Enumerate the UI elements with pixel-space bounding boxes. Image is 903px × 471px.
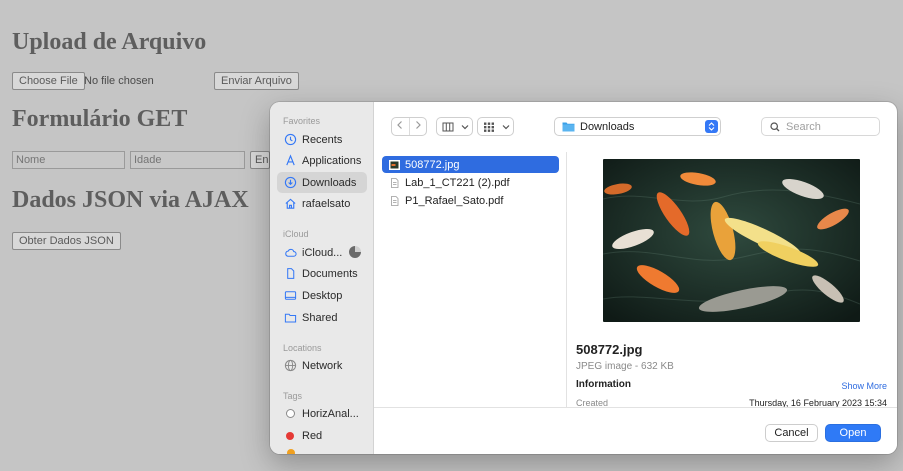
dialog-footer: Cancel Open — [374, 407, 897, 454]
information-heading: Information — [576, 379, 631, 390]
preview-pane: 508772.jpg JPEG image - 632 KB Informati… — [567, 152, 897, 408]
columns-view-icon — [437, 118, 459, 135]
sidebar-item-label: Documents — [302, 267, 358, 280]
home-icon — [283, 197, 297, 211]
location-popup[interactable]: Downloads — [554, 117, 721, 136]
sidebar-item-tag-horizanal[interactable]: HorizAnal... — [277, 403, 367, 424]
sidebar-item-label: rafaelsato — [302, 197, 351, 210]
sidebar-item-label: HorizAnal... — [302, 407, 359, 420]
sidebar-item-applications[interactable]: Applications — [277, 150, 367, 171]
up-down-chevron-icon — [705, 120, 718, 133]
forward-button[interactable] — [410, 118, 427, 135]
dialog-sidebar: Favorites Recents Applications Downloads… — [270, 102, 374, 454]
submit-get-button[interactable]: En — [250, 151, 270, 169]
name-input[interactable] — [12, 151, 125, 169]
back-button[interactable] — [392, 118, 410, 135]
sidebar-item-home[interactable]: rafaelsato — [277, 193, 367, 214]
search-icon — [770, 121, 780, 132]
desktop-icon — [283, 289, 297, 303]
search-field[interactable]: Search — [761, 117, 880, 136]
cloud-icon — [283, 246, 297, 260]
sidebar-item-documents[interactable]: Documents — [277, 263, 367, 284]
image-file-icon — [389, 159, 400, 170]
sidebar-item-tag-red[interactable]: Red — [277, 425, 367, 446]
sidebar-item-label: Downloads — [302, 176, 357, 189]
sidebar-item-label: Network — [302, 359, 343, 372]
sidebar-item-label: Red — [302, 429, 323, 442]
sidebar-item-label: Recents — [302, 133, 343, 146]
file-list: 508772.jpg Lab_1_CT221 (2).pdf P1_Rafael… — [374, 152, 567, 407]
sidebar-item-label: Shared — [302, 311, 338, 324]
tag-dot-icon — [283, 407, 297, 421]
sidebar-item-downloads[interactable]: Downloads — [277, 172, 367, 193]
pdf-file-icon — [389, 195, 400, 206]
file-name: P1_Rafael_Sato.pdf — [405, 194, 504, 207]
dialog-toolbar: Downloads Search — [374, 102, 897, 152]
sidebar-item-desktop[interactable]: Desktop — [277, 285, 367, 306]
cancel-button[interactable]: Cancel — [765, 424, 818, 442]
storage-pie-icon — [349, 246, 361, 258]
shared-folder-icon — [283, 311, 297, 325]
view-mode-button[interactable] — [436, 117, 473, 136]
file-open-dialog: Favorites Recents Applications Downloads… — [270, 102, 897, 454]
file-row-508772[interactable]: 508772.jpg — [382, 156, 559, 173]
heading-upload: Upload de Arquivo — [12, 29, 207, 55]
send-file-button[interactable]: Enviar Arquivo — [214, 72, 299, 90]
file-row-p1[interactable]: P1_Rafael_Sato.pdf — [382, 192, 559, 209]
download-icon — [283, 176, 297, 190]
sidebar-item-icloud-drive[interactable]: iCloud... — [277, 242, 367, 263]
choose-file-button[interactable]: Choose File — [12, 72, 85, 90]
sidebar-item-label: iCloud... — [302, 246, 343, 259]
file-name: 508772.jpg — [405, 158, 460, 171]
heading-json: Dados JSON via AJAX — [12, 187, 249, 213]
sidebar-item-label: Applications — [302, 154, 362, 167]
favorites-section-label: Favorites — [283, 116, 321, 126]
chevron-left-icon — [394, 119, 406, 134]
preview-file-name: 508772.jpg — [576, 342, 643, 357]
image-preview — [603, 159, 860, 322]
tags-section-label: Tags — [283, 391, 303, 401]
sidebar-item-network[interactable]: Network — [277, 355, 367, 376]
chevron-down-icon — [500, 118, 512, 135]
search-placeholder: Search — [786, 120, 821, 133]
location-label: Downloads — [580, 120, 635, 133]
nav-buttons — [391, 117, 427, 136]
folder-icon — [562, 121, 575, 132]
sidebar-item-label: Desktop — [302, 289, 343, 302]
chevron-down-icon — [459, 118, 471, 135]
group-by-button[interactable] — [477, 117, 514, 136]
chevron-right-icon — [412, 119, 424, 134]
locations-section-label: Locations — [283, 343, 322, 353]
pdf-file-icon — [389, 177, 400, 188]
no-file-text: No file chosen — [84, 75, 154, 87]
network-icon — [283, 359, 297, 373]
get-json-button[interactable]: Obter Dados JSON — [12, 232, 121, 250]
heading-get: Formulário GET — [12, 106, 188, 132]
preview-file-kind: JPEG image - 632 KB — [576, 361, 674, 372]
file-name: Lab_1_CT221 (2).pdf — [405, 176, 510, 189]
show-more-link[interactable]: Show More — [841, 381, 887, 391]
sidebar-item-recents[interactable]: Recents — [277, 129, 367, 150]
applications-icon — [283, 154, 297, 168]
tag-dot-icon — [287, 449, 295, 454]
document-icon — [283, 267, 297, 281]
file-row-lab1[interactable]: Lab_1_CT221 (2).pdf — [382, 174, 559, 191]
sidebar-item-shared[interactable]: Shared — [277, 307, 367, 328]
clock-icon — [283, 133, 297, 147]
open-button[interactable]: Open — [825, 424, 881, 442]
age-input[interactable] — [130, 151, 245, 169]
icloud-section-label: iCloud — [283, 229, 309, 239]
grid-view-icon — [478, 118, 500, 135]
tag-dot-icon — [283, 429, 297, 443]
